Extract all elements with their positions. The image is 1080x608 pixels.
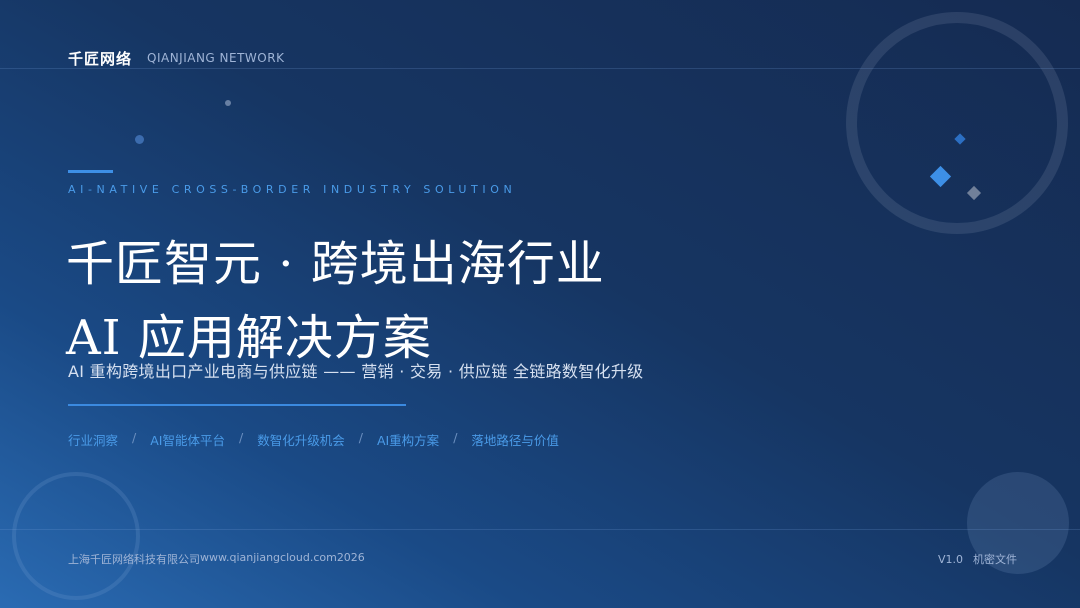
nav-separator: /	[132, 430, 137, 445]
subtitle-english: AI-NATIVE CROSS-BORDER INDUSTRY SOLUTION	[68, 183, 517, 196]
company-name: 上海千匠网络科技有限公司	[68, 553, 200, 566]
decorative-dot	[225, 100, 231, 106]
decorative-ring-bottom-left	[12, 472, 140, 600]
nav-item-roadmap-value[interactable]: 落地路径与价值	[471, 430, 559, 449]
website-link[interactable]: www.qianjiangcloud.com	[200, 551, 337, 567]
page-title-line-1: 千匠智元 · 跨境出海行业	[66, 236, 605, 292]
title-divider	[68, 404, 406, 406]
tagline: AI 重构跨境出口产业电商与供应链 —— 营销 · 交易 · 供应链 全链路数智…	[68, 362, 644, 381]
header-divider	[0, 68, 1080, 69]
brand-name-en: QIANJIANG NETWORK	[147, 51, 285, 65]
decorative-dot	[135, 135, 144, 144]
footer-separator: ·	[78, 551, 82, 564]
nav-item-ai-solution[interactable]: AI重构方案	[377, 430, 439, 449]
year: 2026	[336, 551, 365, 564]
nav-item-industry-insight[interactable]: 行业洞察	[68, 430, 118, 449]
classification-label: 机密文件	[973, 553, 1018, 566]
footer-meta: V1.0 机密文件	[938, 551, 1017, 567]
footer-divider	[0, 529, 1080, 530]
nav-item-ai-agent-platform[interactable]: AI智能体平台	[150, 430, 225, 449]
nav-separator: /	[238, 430, 244, 445]
footer-info: 上海千匠网络科技有限公司 · www.qianjiangcloud.com · …	[68, 551, 365, 567]
brand-name-cn: 千匠网络	[68, 50, 133, 68]
nav-separator: /	[453, 430, 458, 445]
nav-item-digital-upgrade[interactable]: 数智化升级机会	[257, 430, 345, 449]
decorative-ring-top-right	[846, 12, 1068, 234]
accent-bar	[68, 170, 113, 173]
version-label: V1.0	[938, 553, 964, 566]
nav-separator: /	[358, 430, 363, 445]
section-nav: 行业洞察 / AI智能体平台 / 数智化升级机会 / AI重构方案 / 落地路径…	[68, 430, 559, 449]
